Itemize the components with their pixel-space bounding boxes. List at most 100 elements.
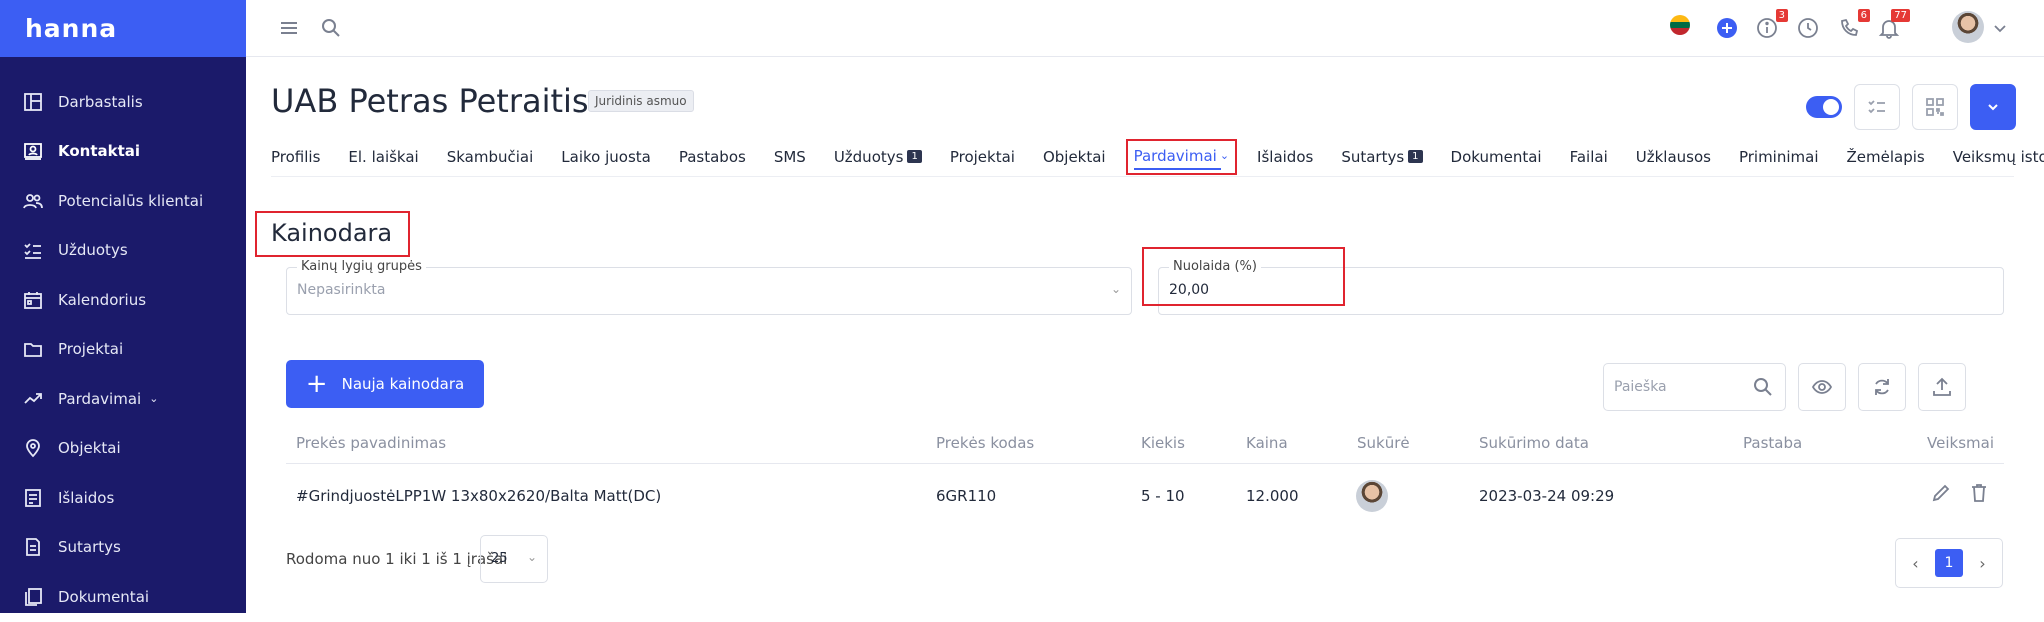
col-header-name[interactable]: Prekės pavadinimas	[296, 434, 446, 452]
col-header-created-by[interactable]: Sukūrė	[1357, 434, 1410, 452]
sidebar-item-label: Užduotys	[58, 241, 128, 260]
checklist-button[interactable]	[1854, 84, 1900, 130]
section-title: Kainodara	[255, 211, 410, 257]
tab-el-laiskai[interactable]: El. laiškai	[348, 148, 418, 166]
sidebar-item-kalendorius[interactable]: Kalendorius	[0, 275, 246, 325]
sidebar-item-dokumentai[interactable]: Dokumentai	[0, 572, 246, 622]
sidebar-item-label: Dokumentai	[58, 587, 150, 606]
sidebar-item-pardavimai[interactable]: Pardavimai ⌄	[0, 374, 246, 424]
col-header-qty[interactable]: Kiekis	[1141, 434, 1185, 452]
search-icon	[1754, 378, 1772, 396]
tab-count-badge: 1	[1408, 150, 1423, 163]
per-page-select[interactable]: 25 ⌄	[480, 535, 548, 583]
language-flag-icon[interactable]	[1670, 15, 1690, 35]
tab-pardavimai[interactable]: Pardavimai ⌄	[1125, 138, 1238, 175]
tab-failai[interactable]: Failai	[1570, 148, 1608, 166]
clock-icon[interactable]	[1795, 15, 1821, 41]
chevron-down-icon: ⌄	[1110, 282, 1121, 296]
chevron-left-icon[interactable]: ‹	[1912, 554, 1918, 573]
cell-name: #GrindjuostėLPP1W 13x80x2620/Balta Matt(…	[296, 487, 662, 505]
plus-icon: +	[305, 369, 328, 399]
tab-count-badge: 1	[907, 150, 922, 163]
checklist-icon	[1868, 100, 1885, 114]
col-header-code[interactable]: Prekės kodas	[936, 434, 1034, 452]
per-page-value: 25	[491, 551, 508, 566]
notifications-badge: 77	[1891, 9, 1910, 22]
search-icon[interactable]	[318, 15, 344, 41]
tab-pastabos[interactable]: Pastabos	[679, 148, 746, 166]
tab-uzklausos[interactable]: Užklausos	[1636, 148, 1711, 166]
tab-uzduotys[interactable]: Užduotys 1	[834, 148, 922, 166]
tab-sms[interactable]: SMS	[774, 148, 806, 166]
price-group-select[interactable]: Kainų lygių grupės Nepasirinkta ⌄	[286, 259, 1132, 315]
avatar[interactable]	[1952, 11, 1984, 43]
bell-icon[interactable]: 77	[1876, 9, 1910, 41]
price-group-value: Nepasirinkta	[297, 282, 386, 298]
sidebar-item-potencialus-klientai[interactable]: Potencialūs klientai	[0, 176, 246, 226]
tab-skambuciai[interactable]: Skambučiai	[447, 148, 534, 166]
chevron-down-icon	[1988, 104, 1998, 111]
phone-icon[interactable]: 6	[1836, 9, 1870, 41]
page-title: UAB Petras Petraitis	[271, 82, 589, 120]
qr-code-button[interactable]	[1912, 84, 1958, 130]
cell-code: 6GR110	[936, 487, 997, 505]
col-header-price[interactable]: Kaina	[1246, 434, 1288, 452]
export-button[interactable]	[1918, 363, 1966, 411]
price-group-label: Kainų lygių grupės	[297, 259, 426, 274]
location-icon	[23, 438, 43, 458]
sidebar-item-label: Objektai	[58, 439, 121, 458]
tab-projektai[interactable]: Projektai	[950, 148, 1015, 166]
sidebar-item-uzduotys[interactable]: Užduotys	[0, 226, 246, 276]
phone-badge: 6	[1857, 9, 1870, 22]
logo[interactable]: hanna	[25, 14, 117, 43]
sidebar-item-darbastalis[interactable]: Darbastalis	[0, 77, 246, 127]
refresh-button[interactable]	[1858, 363, 1906, 411]
contracts-icon	[23, 537, 43, 557]
sidebar-item-label: Kontaktai	[58, 142, 141, 161]
tab-priminimai[interactable]: Priminimai	[1739, 148, 1819, 166]
add-icon[interactable]	[1714, 15, 1740, 41]
col-header-created-date[interactable]: Sukūrimo data	[1479, 434, 1589, 452]
sales-icon	[23, 389, 43, 409]
new-pricelist-button[interactable]: + Nauja kainodara	[286, 360, 484, 408]
delete-icon[interactable]	[1968, 482, 1990, 504]
column-visibility-button[interactable]	[1798, 363, 1846, 411]
sidebar-item-sutartys[interactable]: Sutartys	[0, 523, 246, 573]
tab-veiksmu-istorija[interactable]: Veiksmų istorija	[1953, 148, 2044, 166]
eye-icon	[1811, 380, 1833, 394]
page-button[interactable]: 1	[1935, 549, 1963, 577]
sidebar-item-label: Kalendorius	[58, 290, 147, 309]
leads-icon	[23, 191, 43, 211]
sidebar-item-label: Darbastalis	[58, 92, 143, 111]
cell-price: 12.000	[1246, 487, 1299, 505]
tab-islaidos[interactable]: Išlaidos	[1257, 148, 1313, 166]
sidebar-item-objektai[interactable]: Objektai	[0, 424, 246, 474]
info-icon[interactable]: 3	[1754, 9, 1788, 41]
tab-profilis[interactable]: Profilis	[271, 148, 320, 166]
tab-zemelapis[interactable]: Žemėlapis	[1847, 148, 1925, 166]
tab-sutartys[interactable]: Sutartys 1	[1341, 148, 1423, 166]
chevron-right-icon[interactable]: ›	[1979, 554, 1985, 573]
topbar: 3 6 77	[246, 0, 2044, 57]
chevron-down-icon[interactable]	[1987, 15, 2013, 41]
view-toggle[interactable]	[1806, 96, 1842, 118]
chevron-down-icon: ⌄	[149, 392, 159, 406]
sidebar-item-islaidos[interactable]: Išlaidos	[0, 473, 246, 523]
tab-dokumentai[interactable]: Dokumentai	[1451, 148, 1542, 166]
discount-highlight	[1142, 247, 1345, 306]
logo-bar: hanna	[0, 0, 246, 57]
chevron-down-icon: ⌄	[526, 550, 537, 564]
edit-icon[interactable]	[1930, 482, 1952, 504]
cell-qty: 5 - 10	[1141, 487, 1185, 505]
menu-icon[interactable]	[276, 15, 302, 41]
tab-laiko-juosta[interactable]: Laiko juosta	[561, 148, 651, 166]
new-pricelist-label: Nauja kainodara	[341, 375, 465, 393]
sidebar-item-kontaktai[interactable]: Kontaktai	[0, 127, 246, 177]
tab-objektai[interactable]: Objektai	[1043, 148, 1106, 166]
tasks-icon	[23, 240, 43, 260]
sidebar-item-projektai[interactable]: Projektai	[0, 325, 246, 375]
pagination: ‹ 1 ›	[1895, 538, 2003, 588]
col-header-note[interactable]: Pastaba	[1743, 434, 1802, 452]
more-actions-button[interactable]	[1970, 84, 2016, 130]
search-input[interactable]: Paieška	[1603, 363, 1786, 411]
